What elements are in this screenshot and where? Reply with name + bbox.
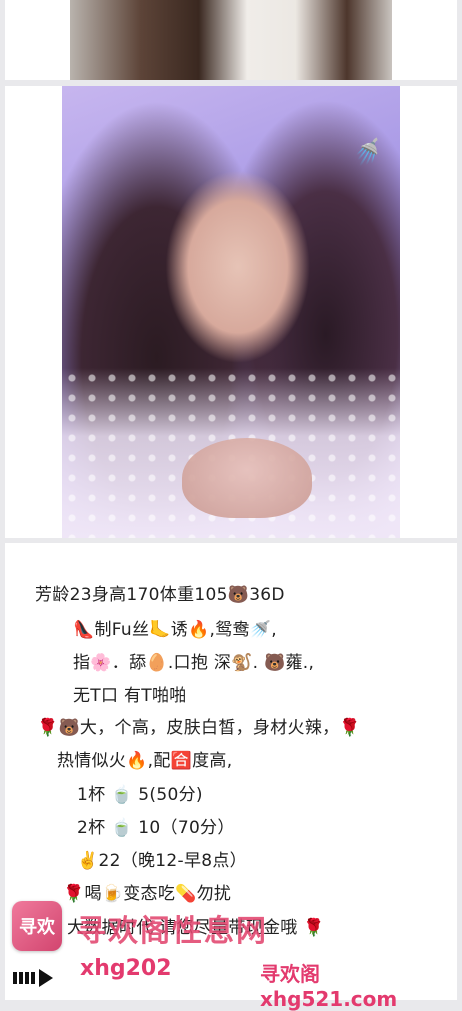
- profile-line: 芳龄23身高170体重105🐻36D: [35, 585, 285, 605]
- bottom-nav: [0, 958, 462, 1000]
- photo-card-top[interactable]: [5, 0, 457, 80]
- profile-line: 大数据时代 请您尽量带现金哦 🌹: [67, 918, 325, 938]
- profile-line: 👠制Fu丝🦶诱🔥,鸳鸯🚿,: [73, 620, 277, 640]
- profile-photo-top[interactable]: [70, 0, 392, 80]
- profile-line: 热情似火🔥,配🈴度高,: [57, 751, 233, 771]
- profile-text-card: 芳龄23身高170体重105🐻36D 👠制Fu丝🦶诱🔥,鸳鸯🚿, 指🌸．舔🥚.口…: [5, 543, 457, 1000]
- photo-card-main[interactable]: 🚿: [5, 86, 457, 538]
- profile-line: 🌹🐻大，个高，皮肤白皙，身材火辣，🌹: [37, 718, 361, 738]
- profile-line: 指🌸．舔🥚.口抱 深🐒. 🐻蕹.,: [73, 653, 315, 673]
- photo-detail: [182, 438, 312, 518]
- profile-line: ✌️22（晚12-早8点）: [77, 851, 247, 871]
- shower-icon: 🚿: [351, 137, 385, 170]
- profile-description: 芳龄23身高170体重105🐻36D 👠制Fu丝🦶诱🔥,鸳鸯🚿, 指🌸．舔🥚.口…: [5, 543, 457, 1000]
- forward-arrow-icon[interactable]: [13, 967, 69, 989]
- profile-line: 无T口 有T啪啪: [73, 686, 187, 706]
- profile-line: 🌹喝🍺变态吃💊勿扰: [63, 884, 232, 904]
- profile-photo-main[interactable]: 🚿: [62, 86, 400, 538]
- profile-line: 2杯 🍵 10（70分）: [77, 818, 235, 838]
- profile-line: 1杯 🍵 5(50分): [77, 785, 203, 805]
